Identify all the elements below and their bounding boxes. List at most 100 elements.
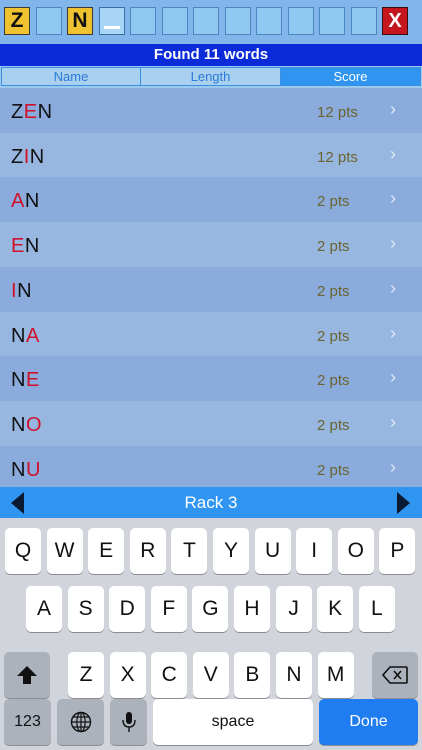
- chevron-right-icon: ›: [390, 411, 396, 432]
- word-row[interactable]: ZIN 12 pts ›: [0, 132, 422, 178]
- word-letter: N: [11, 369, 26, 392]
- word-score: 2 pts: [317, 327, 350, 345]
- delete-key[interactable]: [372, 652, 418, 698]
- key-h[interactable]: H: [234, 586, 270, 632]
- word-letter: N: [11, 413, 26, 436]
- rack-tile-empty[interactable]: [350, 7, 377, 35]
- shift-icon: [17, 666, 37, 684]
- key-s[interactable]: S: [67, 586, 104, 632]
- globe-icon: [70, 711, 91, 733]
- chevron-right-icon: ›: [390, 143, 396, 164]
- shift-key[interactable]: [4, 652, 50, 698]
- numbers-key[interactable]: 123: [4, 699, 51, 745]
- word-list: ZEN 12 pts › ZIN 12 pts › AN 2 pts › EN 2 pts › IN 2 …: [0, 88, 422, 487]
- word-letter: Z: [11, 101, 24, 123]
- rack-tile-cursor[interactable]: [98, 7, 125, 35]
- key-d[interactable]: D: [109, 586, 146, 632]
- word-letter-highlighted: U: [25, 458, 41, 481]
- word-text: NU: [11, 446, 41, 487]
- word-row[interactable]: NA 2 pts ›: [0, 311, 422, 357]
- sort-by-length-tab[interactable]: Length: [140, 67, 281, 86]
- key-i[interactable]: I: [296, 528, 333, 574]
- word-letter: N: [11, 458, 26, 481]
- rack-tile-empty[interactable]: [193, 7, 219, 35]
- key-c[interactable]: C: [151, 652, 188, 698]
- key-o[interactable]: O: [337, 528, 374, 574]
- key-p[interactable]: P: [379, 528, 416, 574]
- word-letter-highlighted: A: [11, 190, 25, 213]
- key-x[interactable]: X: [109, 652, 146, 698]
- key-k[interactable]: K: [317, 586, 354, 632]
- key-w[interactable]: W: [46, 528, 83, 574]
- clear-rack-button[interactable]: X: [382, 7, 408, 35]
- backspace-icon: [382, 666, 408, 684]
- key-r[interactable]: R: [129, 528, 166, 574]
- rack-tile-n[interactable]: N: [67, 7, 93, 35]
- word-text: ZIN: [11, 133, 45, 178]
- rack-tile-empty[interactable]: [35, 7, 62, 35]
- word-row[interactable]: AN 2 pts ›: [0, 177, 422, 223]
- key-e[interactable]: E: [88, 528, 125, 574]
- sort-by-name-tab[interactable]: Name: [1, 67, 141, 86]
- rack-tile-empty[interactable]: [130, 7, 156, 35]
- word-score: 2 pts: [317, 372, 350, 390]
- chevron-right-icon: ›: [390, 188, 396, 209]
- word-letter-highlighted: O: [25, 413, 43, 436]
- chevron-right-icon: ›: [390, 233, 396, 254]
- word-row[interactable]: NO 2 pts ›: [0, 400, 422, 446]
- word-text: IN: [11, 267, 32, 312]
- rack-tile-empty[interactable]: [287, 7, 314, 35]
- key-m[interactable]: M: [317, 652, 354, 698]
- word-score: 2 pts: [317, 461, 350, 479]
- rack-tile-z[interactable]: Z: [4, 7, 30, 35]
- word-letter: N: [11, 324, 26, 347]
- done-key[interactable]: Done: [319, 699, 418, 745]
- word-letter: Z: [11, 145, 24, 168]
- word-letter: N: [17, 279, 33, 302]
- key-q[interactable]: Q: [5, 528, 41, 574]
- word-row[interactable]: ZEN 12 pts ›: [0, 88, 422, 133]
- word-letter-highlighted: E: [25, 369, 40, 392]
- word-text: ZEN: [11, 88, 53, 133]
- tile-rack: ZNX: [0, 0, 422, 44]
- next-rack-arrow-icon[interactable]: [397, 492, 410, 514]
- chevron-right-icon: ›: [390, 367, 396, 388]
- sort-by-score-tab[interactable]: Score: [280, 67, 421, 86]
- key-g[interactable]: G: [192, 586, 229, 632]
- key-l[interactable]: L: [358, 586, 395, 632]
- word-letter-highlighted: E: [23, 101, 38, 123]
- rack-label: Rack 3: [184, 493, 238, 512]
- rack-tile-empty[interactable]: [256, 7, 282, 35]
- rack-tile-empty[interactable]: [224, 7, 251, 35]
- word-text: NE: [11, 356, 40, 401]
- key-j[interactable]: J: [275, 586, 312, 632]
- keyboard: 123 space Done QWERTYUIOP ASDFGHJKL ZXCVBN…: [0, 518, 422, 750]
- key-b[interactable]: B: [234, 652, 271, 698]
- chevron-right-icon: ›: [390, 99, 396, 119]
- globe-key[interactable]: [57, 699, 104, 745]
- word-letter: N: [37, 101, 53, 123]
- key-n[interactable]: N: [276, 652, 312, 698]
- key-u[interactable]: U: [254, 528, 291, 574]
- word-score: 12 pts: [317, 104, 358, 121]
- word-row[interactable]: IN 2 pts ›: [0, 266, 422, 312]
- dictation-key[interactable]: [110, 699, 147, 745]
- key-a[interactable]: A: [26, 586, 62, 632]
- key-z[interactable]: Z: [68, 652, 104, 698]
- rack-tile-empty[interactable]: [161, 7, 188, 35]
- word-row[interactable]: NE 2 pts ›: [0, 356, 422, 402]
- cursor-bar: [103, 26, 120, 29]
- space-key[interactable]: space: [153, 699, 313, 745]
- key-v[interactable]: V: [192, 652, 229, 698]
- key-t[interactable]: T: [171, 528, 208, 574]
- word-score: 2 pts: [317, 416, 350, 434]
- key-f[interactable]: F: [150, 586, 187, 632]
- word-letter: N: [29, 145, 45, 168]
- word-row[interactable]: EN 2 pts ›: [0, 222, 422, 268]
- word-score: 2 pts: [317, 238, 350, 256]
- word-row[interactable]: NU 2 pts ›: [0, 445, 422, 487]
- key-y[interactable]: Y: [213, 528, 249, 574]
- word-score: 12 pts: [317, 148, 358, 166]
- rack-tile-empty[interactable]: [319, 7, 345, 35]
- rack-navigator: Rack 3: [0, 487, 422, 518]
